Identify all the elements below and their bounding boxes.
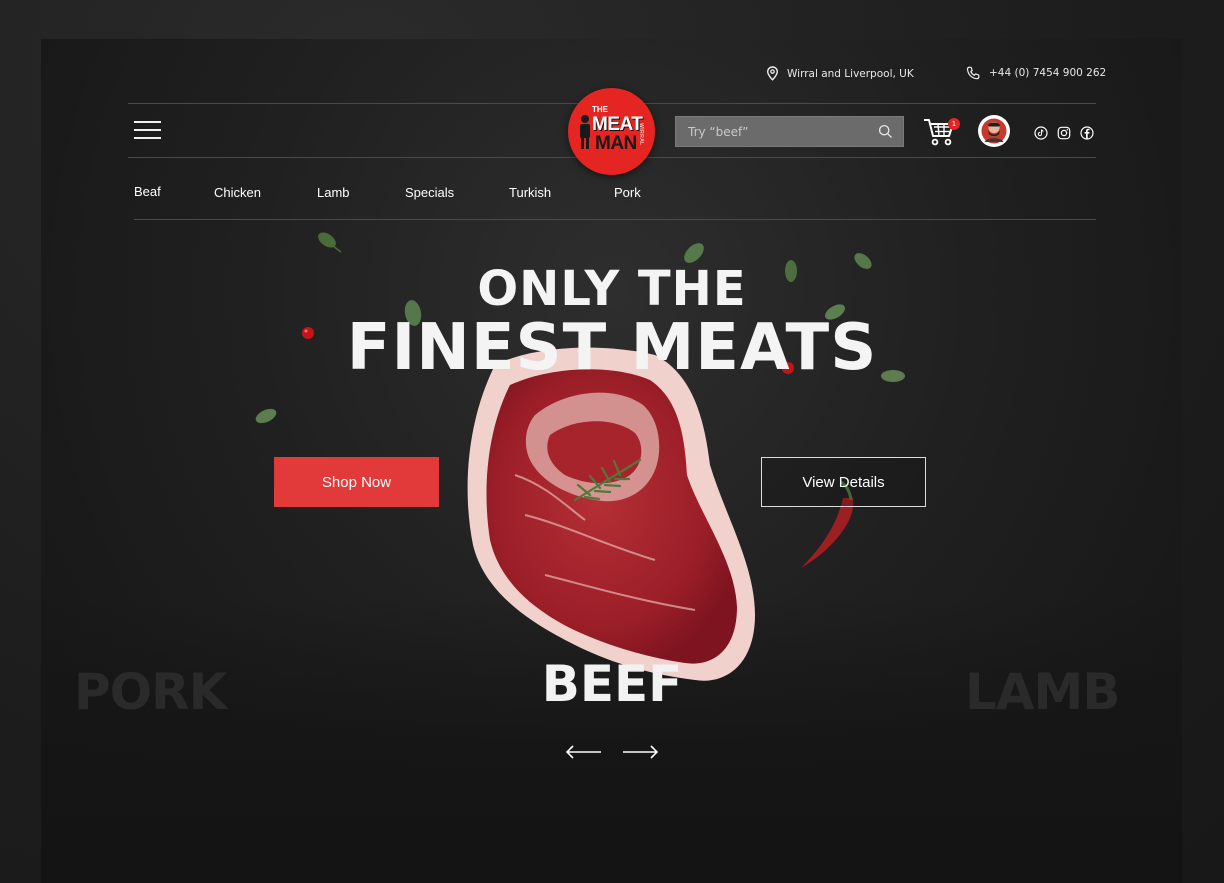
logo-man: MAN bbox=[595, 133, 637, 154]
hero-headline-line1: ONLY THE bbox=[477, 261, 747, 317]
site-logo[interactable]: THE MEAT MAN WIRRAL bbox=[568, 88, 655, 175]
nav-item-lamb[interactable]: Lamb bbox=[317, 185, 350, 200]
steak-image bbox=[467, 347, 755, 681]
phone-info[interactable]: +44 (0) 7454 900 262 bbox=[966, 66, 1106, 80]
cart-button[interactable]: 1 bbox=[922, 114, 960, 148]
location-pin-icon bbox=[766, 66, 779, 81]
tiktok-icon[interactable] bbox=[1034, 125, 1048, 140]
hero-headline-line2: FINEST MEATS bbox=[346, 311, 878, 385]
location-info: Wirral and Liverpool, UK bbox=[766, 66, 914, 81]
user-avatar[interactable] bbox=[978, 115, 1010, 147]
facebook-icon[interactable] bbox=[1080, 125, 1094, 140]
logo-wirral: WIRRAL bbox=[638, 123, 644, 146]
carousel-arrows bbox=[565, 742, 659, 762]
spinach-leaf-decoration bbox=[255, 408, 277, 424]
logo-meat: MEAT bbox=[592, 114, 643, 135]
butcher-figure-icon bbox=[580, 115, 590, 149]
instagram-icon[interactable] bbox=[1057, 125, 1071, 140]
phone-icon bbox=[966, 66, 981, 80]
shop-now-button[interactable]: Shop Now bbox=[274, 457, 439, 507]
view-details-button[interactable]: View Details bbox=[761, 457, 926, 507]
search-box bbox=[675, 116, 904, 147]
search-input[interactable] bbox=[676, 117, 871, 146]
spinach-leaf-decoration bbox=[318, 232, 342, 253]
nav-divider bbox=[134, 219, 1096, 220]
nav-item-specials[interactable]: Specials bbox=[405, 185, 454, 200]
search-icon[interactable] bbox=[878, 124, 893, 143]
nav-item-chicken[interactable]: Chicken bbox=[214, 185, 261, 200]
arrow-right-icon[interactable] bbox=[621, 742, 659, 762]
nav-item-beaf[interactable]: Beaf bbox=[134, 184, 161, 199]
logo-the: THE bbox=[592, 105, 608, 114]
carousel-current-label: BEEF bbox=[541, 655, 683, 713]
hamburger-menu-icon[interactable] bbox=[134, 121, 161, 139]
social-links bbox=[1034, 125, 1094, 140]
phone-text: +44 (0) 7454 900 262 bbox=[989, 67, 1107, 79]
nav-item-pork[interactable]: Pork bbox=[614, 185, 641, 200]
nav-item-turkish[interactable]: Turkish bbox=[509, 185, 551, 200]
location-text: Wirral and Liverpool, UK bbox=[787, 67, 914, 80]
arrow-left-icon[interactable] bbox=[565, 742, 603, 762]
cart-count-badge: 1 bbox=[948, 118, 960, 130]
